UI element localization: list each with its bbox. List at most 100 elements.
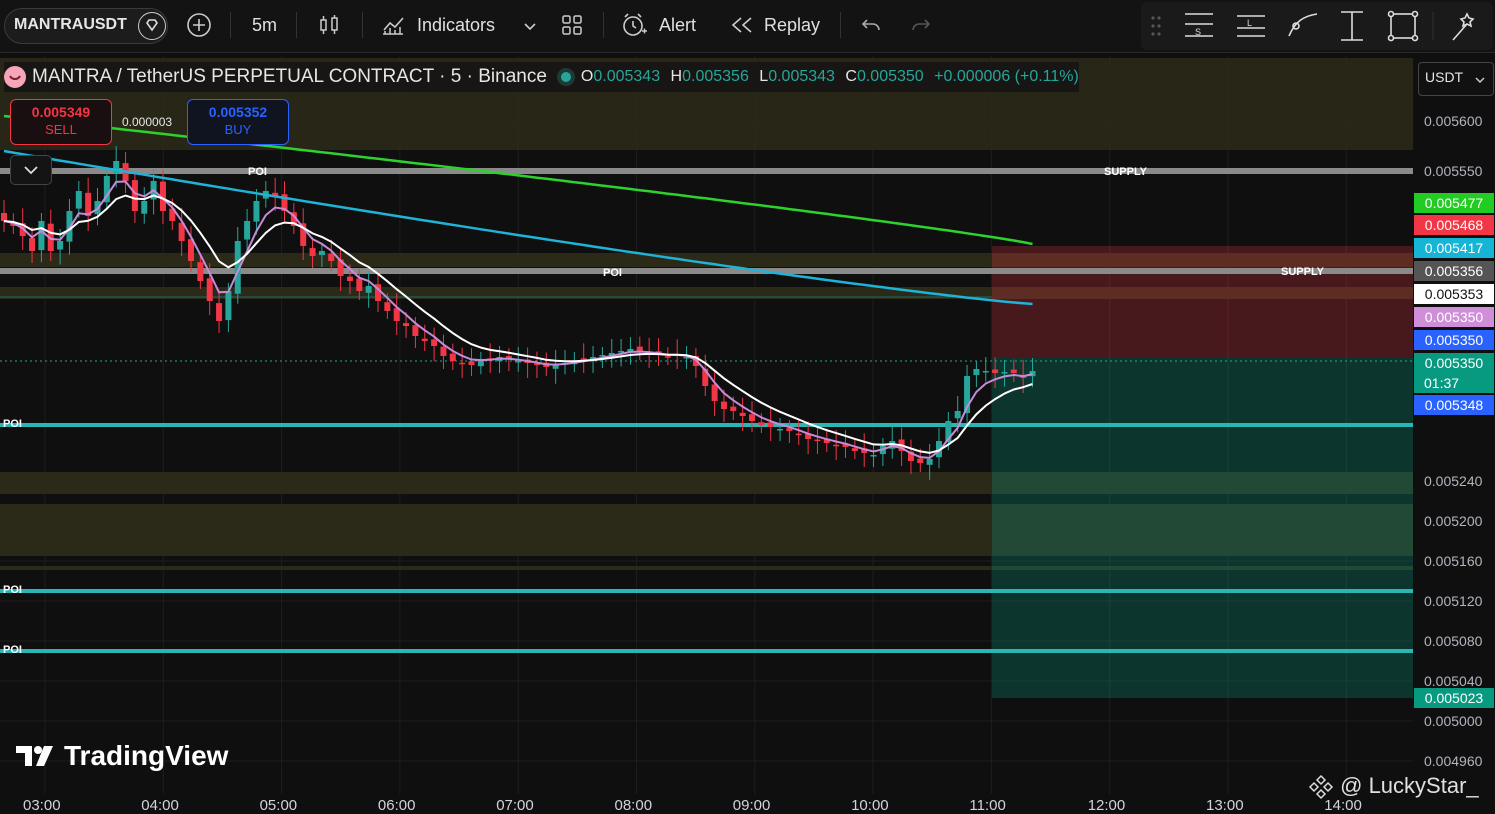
candle-body	[57, 241, 64, 250]
take-profit-zone[interactable]	[992, 358, 1413, 698]
alert-clock-icon[interactable]	[620, 11, 648, 39]
poi-line	[0, 589, 1413, 593]
candle-body	[833, 444, 840, 447]
price-tick: 0.005160	[1424, 553, 1483, 569]
candle-body	[197, 262, 204, 281]
diamond-icon[interactable]	[138, 12, 166, 40]
candles-icon[interactable]	[316, 12, 342, 38]
undo-icon[interactable]	[860, 14, 882, 36]
time-label: 03:00	[23, 797, 61, 814]
poi-label: POI	[603, 267, 622, 279]
candle-body	[758, 422, 765, 425]
price-tag: 0.005468	[1414, 215, 1494, 235]
price-tick: 0.005000	[1424, 713, 1483, 729]
redo-icon[interactable]	[910, 14, 932, 36]
candle-body	[253, 201, 260, 222]
drawing-tools-panel: S L	[1141, 2, 1493, 50]
chevron-down-icon[interactable]	[522, 18, 538, 34]
interval-button[interactable]: 5m	[252, 0, 277, 50]
candle-body	[777, 429, 784, 431]
currency-label: USDT	[1425, 69, 1464, 85]
candle-body	[131, 180, 138, 211]
candle-body	[1, 213, 7, 221]
collapse-legend-button[interactable]	[10, 155, 52, 185]
candle-body	[309, 248, 316, 256]
sell-label: SELL	[45, 122, 77, 137]
currency-select[interactable]: USDT	[1418, 62, 1494, 96]
chevron-down-icon	[1475, 77, 1485, 84]
time-label: 11:00	[969, 797, 1006, 814]
price-chart[interactable]	[0, 56, 1413, 794]
chevron-down-icon	[24, 166, 38, 175]
sell-price: 0.005349	[31, 104, 91, 120]
indicators-icon[interactable]	[380, 12, 406, 38]
drag-handle-icon	[1151, 16, 1161, 36]
poi-label: POI	[3, 418, 22, 430]
price-tag: 0.005350	[1414, 330, 1494, 350]
price-tag: 0.005417	[1414, 238, 1494, 258]
legend-open-label: O	[580, 68, 594, 85]
magic-wand-icon	[1452, 12, 1475, 41]
drawing-tools-icons: S L	[1151, 10, 1475, 42]
replay-icon[interactable]	[730, 14, 754, 36]
legend-low: 0.005343	[768, 68, 835, 85]
candle-body	[403, 323, 410, 326]
layouts-icon[interactable]	[560, 13, 584, 37]
stop-loss-zone[interactable]	[992, 246, 1413, 358]
supply-line	[0, 268, 1413, 274]
sell-button[interactable]: 0.005349 SELL	[10, 99, 112, 145]
candle-body	[141, 201, 148, 214]
candle-body	[767, 422, 774, 427]
candle-body	[431, 339, 438, 346]
price-tag: 0.005023	[1414, 688, 1494, 708]
time-axis[interactable]	[0, 794, 1413, 814]
tradingview-logo-icon	[16, 746, 53, 766]
candle-body	[468, 361, 475, 365]
poi-label: POI	[3, 644, 22, 656]
candle-body	[244, 221, 251, 240]
candle-body	[393, 308, 400, 321]
chart-legend: MANTRA / TetherUS PERPETUAL CONTRACT · 5…	[4, 62, 1079, 92]
brush-icon	[1288, 13, 1318, 37]
candle-body	[749, 414, 755, 421]
candle-body	[1001, 372, 1008, 374]
buy-button[interactable]: 0.005352 BUY	[187, 99, 289, 145]
candle-body	[795, 433, 802, 436]
time-label: 08:00	[614, 797, 653, 814]
price-tick: 0.005080	[1424, 633, 1483, 649]
legend-close-label: C	[845, 68, 857, 85]
price-tick: 0.005200	[1424, 513, 1483, 529]
replay-button[interactable]: Replay	[764, 0, 820, 50]
candle-body	[926, 459, 933, 465]
candle-body	[618, 351, 625, 353]
time-label: 10:00	[851, 797, 889, 814]
legend-high: 0.005356	[682, 68, 749, 85]
toolbar-separator	[296, 12, 297, 38]
price-tick: 0.005600	[1424, 113, 1483, 129]
candle-body	[216, 303, 223, 321]
poi-line	[0, 423, 1413, 427]
candle-body	[851, 448, 858, 451]
candle-body	[365, 286, 372, 293]
candle-body	[356, 278, 363, 291]
symbol-name[interactable]: MANTRAUSDT	[14, 16, 129, 34]
time-label: 09:00	[732, 797, 771, 814]
author-credit: @ LuckyStar_	[1308, 773, 1479, 800]
candle-body	[720, 401, 727, 409]
candle-body	[982, 371, 989, 373]
indicators-button[interactable]: Indicators	[417, 0, 495, 50]
candle-body	[421, 338, 428, 341]
long-position-icon: L	[1237, 15, 1265, 37]
toolbar-separator	[362, 12, 363, 38]
candle-body	[346, 276, 353, 281]
tradingview-watermark: TradingView	[14, 740, 228, 772]
watermark-text: TradingView	[64, 740, 229, 771]
alert-button[interactable]: Alert	[659, 0, 696, 50]
status-dot-icon	[560, 72, 571, 82]
add-compare-icon[interactable]	[186, 12, 212, 38]
svg-text:S: S	[1195, 27, 1201, 37]
candle-body	[515, 361, 522, 363]
candle-body	[206, 278, 213, 301]
candle-body	[328, 253, 335, 261]
binance-logo-icon	[1308, 775, 1334, 800]
